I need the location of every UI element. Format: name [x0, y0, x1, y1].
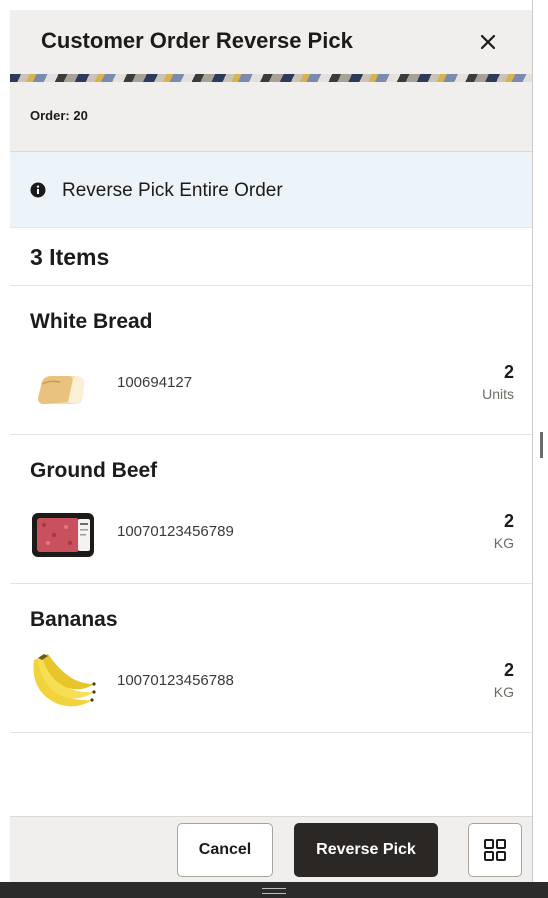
item-code: 100694127	[117, 374, 193, 391]
info-icon	[30, 182, 46, 198]
decorative-banner	[10, 74, 532, 82]
list-item[interactable]: White Bread 100694127 2 Units	[10, 286, 532, 435]
items-count: 3 Items	[30, 244, 110, 270]
close-button[interactable]	[470, 24, 506, 60]
bottom-resize-handle[interactable]	[262, 888, 286, 894]
item-name: Ground Beef	[30, 459, 158, 482]
item-unit: KG	[493, 535, 514, 551]
reverse-pick-notice: Reverse Pick Entire Order	[10, 152, 532, 228]
item-code: 10070123456789	[117, 523, 234, 540]
bananas-image	[33, 654, 96, 707]
dialog-footer: Cancel Reverse Pick	[10, 816, 532, 882]
order-number: Order: 20	[30, 108, 88, 123]
item-code: 10070123456788	[117, 672, 234, 689]
item-name: White Bread	[30, 310, 153, 333]
grid-menu-button[interactable]	[468, 823, 522, 877]
item-quantity: 2	[503, 660, 514, 680]
dialog-title: Customer Order Reverse Pick	[41, 28, 353, 53]
item-name: Bananas	[30, 608, 118, 631]
item-quantity: 2	[503, 511, 514, 531]
reverse-pick-button[interactable]: Reverse Pick	[294, 823, 438, 877]
list-item[interactable]: Bananas 10070123456788 2 KG	[10, 584, 532, 733]
grid-icon	[484, 839, 506, 861]
cancel-button[interactable]: Cancel	[177, 823, 273, 877]
item-quantity: 2	[503, 362, 514, 382]
white-bread-image	[38, 376, 84, 404]
side-resize-handle[interactable]	[540, 432, 543, 458]
items-count-row: 3 Items	[10, 228, 532, 286]
reverse-pick-dialog: Customer Order Reverse Pick Order: 20 Re…	[10, 10, 532, 882]
item-unit: KG	[493, 684, 514, 700]
dialog-header: Customer Order Reverse Pick	[10, 10, 532, 74]
list-item[interactable]: Ground Beef 10070123456789 2 KG	[10, 435, 532, 584]
window-top-strip	[0, 0, 548, 10]
close-icon	[480, 34, 496, 50]
ground-beef-image	[32, 513, 94, 557]
item-unit: Units	[482, 386, 514, 402]
order-info-bar: Order: 20	[10, 82, 532, 152]
notice-text: Reverse Pick Entire Order	[62, 180, 283, 201]
